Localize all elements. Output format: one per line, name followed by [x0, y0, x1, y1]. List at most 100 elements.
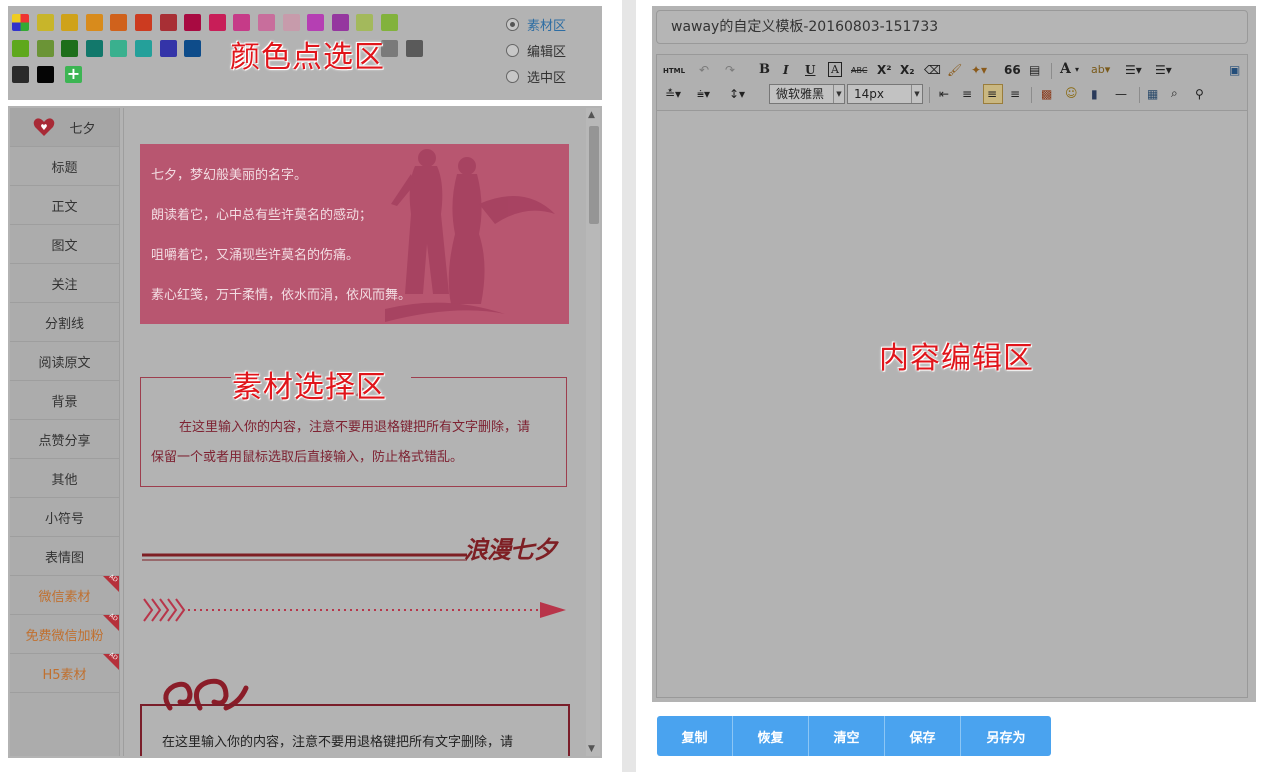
- italic-button[interactable]: I: [783, 62, 789, 78]
- color-swatch[interactable]: [85, 14, 103, 31]
- font-family-select[interactable]: 微软雅黑 ▼: [769, 84, 845, 104]
- category-item[interactable]: 标题: [10, 147, 119, 186]
- arrow-divider-template[interactable]: [142, 595, 572, 625]
- color-swatch[interactable]: [307, 14, 325, 31]
- color-swatch[interactable]: [356, 14, 374, 31]
- qixi-divider-template[interactable]: 浪漫七夕: [142, 524, 572, 564]
- unordered-list-icon[interactable]: ☰▾: [1155, 62, 1172, 78]
- align-left-icon[interactable]: ≡: [962, 86, 972, 102]
- color-swatch[interactable]: [282, 14, 300, 31]
- content-edit-area[interactable]: 内容编辑区: [656, 110, 1248, 698]
- highlight-color-icon[interactable]: ab▾: [1091, 62, 1110, 78]
- line-height-icon[interactable]: ↕▾: [729, 86, 745, 102]
- bold-button[interactable]: B: [759, 62, 770, 78]
- color-swatch[interactable]: [36, 40, 54, 57]
- color-swatch[interactable]: [184, 40, 202, 57]
- save-button[interactable]: 保存: [885, 716, 961, 756]
- category-item[interactable]: 表情图: [10, 537, 119, 576]
- category-item[interactable]: 免费微信加粉 AD: [10, 612, 119, 654]
- chevron-down-icon[interactable]: ▾: [1075, 62, 1079, 78]
- category-item[interactable]: 正文: [10, 186, 119, 225]
- color-swatch[interactable]: [110, 14, 128, 31]
- table-icon[interactable]: ▦: [1147, 86, 1158, 102]
- horizontal-rule-button[interactable]: —: [1115, 86, 1127, 102]
- color-swatch[interactable]: [135, 40, 152, 57]
- preview-search-icon[interactable]: ⌕: [1171, 85, 1178, 101]
- html-source-button[interactable]: HTML: [663, 63, 685, 79]
- underline-button[interactable]: U: [805, 62, 815, 78]
- category-item[interactable]: 分割线: [10, 303, 119, 342]
- mode-radio-material[interactable]: 素材区: [506, 14, 566, 34]
- category-item[interactable]: 背景: [10, 381, 119, 420]
- undo-icon[interactable]: ↶: [699, 62, 709, 78]
- color-swatch[interactable]: [135, 14, 152, 31]
- color-swatch[interactable]: [331, 14, 349, 31]
- category-item[interactable]: 阅读原文: [10, 342, 119, 381]
- fullscreen-icon[interactable]: ▣: [1229, 62, 1240, 78]
- mode-radio-selected[interactable]: 选中区: [506, 66, 566, 86]
- scroll-up-icon[interactable]: ▲: [588, 110, 595, 120]
- category-item[interactable]: ♥ 七夕: [10, 108, 119, 147]
- category-item[interactable]: H5素材 AD: [10, 651, 119, 693]
- image-icon[interactable]: ▩: [1041, 86, 1052, 102]
- template-title-input[interactable]: waway的自定义模板-20160803-151733: [656, 10, 1248, 44]
- material-scrollbar[interactable]: ▲ ▼: [586, 108, 600, 756]
- color-swatch[interactable]: [12, 66, 29, 83]
- redo-icon[interactable]: ↷: [725, 62, 735, 78]
- color-swatch[interactable]: [233, 14, 251, 31]
- category-label: 微信素材: [38, 589, 91, 605]
- color-swatch[interactable]: [159, 14, 177, 31]
- find-replace-icon[interactable]: ⚲: [1195, 86, 1204, 102]
- paragraph-spacing-bottom-icon[interactable]: ⩧▾: [697, 86, 710, 102]
- paste-text-icon[interactable]: ▤: [1029, 62, 1040, 78]
- color-swatch[interactable]: [36, 14, 54, 31]
- category-label: 背景: [51, 394, 78, 410]
- multicolor-swatch[interactable]: [12, 14, 29, 31]
- color-swatch[interactable]: [208, 14, 226, 31]
- indent-icon[interactable]: ⇤: [939, 86, 949, 102]
- ordered-list-icon[interactable]: ☰▾: [1125, 62, 1142, 78]
- auto-format-icon[interactable]: ✦▾: [971, 62, 987, 78]
- category-item[interactable]: 其他: [10, 459, 119, 498]
- save-as-button[interactable]: 另存为: [961, 716, 1051, 756]
- color-swatch[interactable]: [258, 14, 275, 31]
- font-size-select[interactable]: 14px ▼: [847, 84, 923, 104]
- font-border-button[interactable]: A: [828, 62, 842, 77]
- align-right-icon[interactable]: ≡: [1010, 86, 1020, 102]
- mode-radio-editor[interactable]: 编辑区: [506, 40, 566, 60]
- category-item[interactable]: 关注: [10, 264, 119, 303]
- align-center-button[interactable]: ≡: [983, 84, 1003, 104]
- color-swatch[interactable]: [405, 40, 423, 57]
- material-preview-area[interactable]: 七夕，梦幻般美丽的名字。 朗读着它，心中总有些许莫名的感动； 咀嚼着它，又涌现些…: [123, 108, 588, 756]
- blockquote-button[interactable]: 66: [1004, 62, 1021, 78]
- add-color-button[interactable]: +: [65, 66, 82, 83]
- qixi-poem-card[interactable]: 七夕，梦幻般美丽的名字。 朗读着它，心中总有些许莫名的感动； 咀嚼着它，又涌现些…: [140, 144, 569, 324]
- paragraph-spacing-top-icon[interactable]: ≛▾: [665, 86, 681, 102]
- subscript-button[interactable]: X₂: [900, 62, 915, 78]
- color-swatch[interactable]: [85, 40, 103, 57]
- font-color-button[interactable]: A: [1060, 61, 1071, 77]
- restore-button[interactable]: 恢复: [733, 716, 809, 756]
- color-swatch[interactable]: [61, 14, 79, 31]
- color-swatch[interactable]: [36, 66, 54, 83]
- format-brush-icon[interactable]: 🖌: [947, 62, 962, 78]
- copy-button[interactable]: 复制: [657, 716, 733, 756]
- color-swatch[interactable]: [381, 14, 398, 31]
- color-swatch[interactable]: [110, 40, 128, 57]
- category-item[interactable]: 点赞分享: [10, 420, 119, 459]
- clear-button[interactable]: 清空: [809, 716, 885, 756]
- color-swatch[interactable]: [12, 40, 29, 57]
- scroll-down-icon[interactable]: ▼: [588, 744, 595, 754]
- color-swatch[interactable]: [159, 40, 177, 57]
- video-icon[interactable]: ▮: [1091, 86, 1098, 102]
- category-item[interactable]: 微信素材 AD: [10, 573, 119, 615]
- emoticon-icon[interactable]: ☺: [1065, 85, 1078, 101]
- category-item[interactable]: 图文: [10, 225, 119, 264]
- color-swatch[interactable]: [184, 14, 202, 31]
- eraser-icon[interactable]: ⌫: [924, 62, 941, 78]
- category-item[interactable]: 小符号: [10, 498, 119, 537]
- superscript-button[interactable]: X²: [877, 62, 892, 78]
- color-swatch[interactable]: [61, 40, 79, 57]
- scroll-thumb[interactable]: [589, 126, 599, 224]
- strikethrough-button[interactable]: ABC: [851, 63, 867, 79]
